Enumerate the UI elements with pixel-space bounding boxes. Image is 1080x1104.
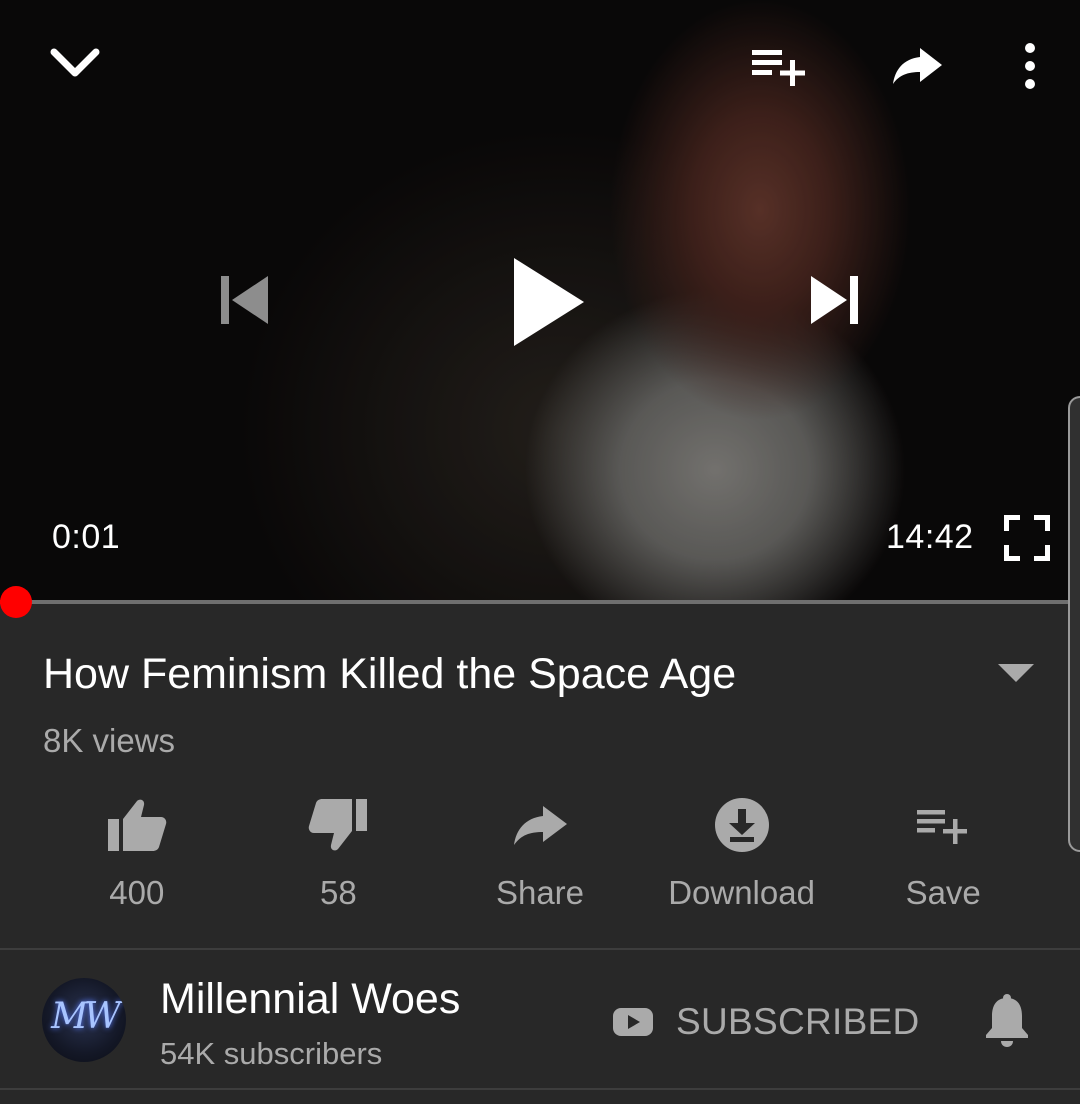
video-title: How Feminism Killed the Space Age [43,650,737,698]
progress-scrubber[interactable] [0,586,32,618]
share-label: Share [495,874,585,911]
like-button[interactable]: 400 [36,790,238,920]
player-share-button[interactable] [890,44,944,88]
previous-button[interactable] [218,272,272,328]
section-divider [0,948,1080,950]
current-time: 0:01 [52,518,121,556]
save-button[interactable]: Save [842,790,1044,920]
like-count: 400 [109,874,165,911]
view-count: 8K views [43,722,176,759]
channel-name[interactable]: Millennial Woes [160,975,460,1024]
subscribed-button[interactable]: SUBSCRIBED [612,998,920,1046]
video-duration: 14:42 [886,518,974,556]
add-to-queue-button[interactable] [750,44,808,88]
download-button[interactable]: Download [641,790,843,920]
notification-bell-button[interactable] [984,992,1030,1053]
share-button[interactable]: Share [439,790,641,920]
play-icon [514,258,584,346]
fullscreen-button[interactable] [1004,515,1050,561]
download-label: Download [668,874,815,911]
thumbs-down-icon [309,799,368,851]
save-label: Save [905,874,981,911]
channel-avatar[interactable]: MW [42,978,126,1062]
fullscreen-icon [1004,515,1050,561]
playlist-add-icon [917,810,968,844]
more-options-button[interactable] [1012,42,1048,90]
action-bar: 400 58 Share Download Save [36,790,1044,920]
watch-page: 0:01 14:42 How Feminism Killed the Space… [0,0,1080,1104]
subscribed-label: SUBSCRIBED [676,1001,920,1042]
share-icon [893,48,942,84]
section-divider-bottom [0,1088,1080,1090]
playlist-add-icon [752,50,805,86]
expand-description-button[interactable] [996,660,1036,689]
next-button[interactable] [808,272,862,328]
youtube-play-icon [613,1008,653,1036]
dislike-button[interactable]: 58 [238,790,440,920]
download-icon [714,798,769,852]
video-player[interactable]: 0:01 14:42 [0,0,1080,603]
dislike-count: 58 [320,874,357,911]
side-scroll-handle[interactable] [1068,396,1080,852]
collapse-button[interactable] [48,42,102,82]
chevron-down-icon [50,48,100,77]
thumbs-up-icon [107,799,167,851]
more-vertical-icon [1025,43,1035,89]
bell-icon [986,994,1028,1047]
play-button[interactable] [510,256,588,348]
caret-down-icon [998,664,1034,682]
subscriber-count: 54K subscribers [160,1036,383,1071]
skip-previous-icon [221,276,268,324]
share-icon [513,806,567,845]
progress-bar[interactable] [0,586,1080,618]
avatar-monogram: MW [51,996,121,1037]
skip-next-icon [811,276,858,324]
